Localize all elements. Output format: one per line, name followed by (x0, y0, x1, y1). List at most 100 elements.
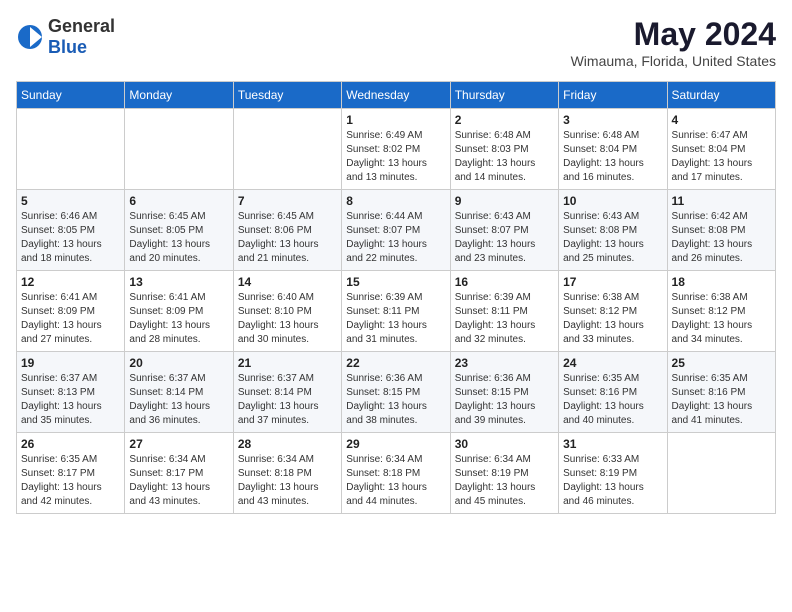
calendar-cell: 7 Sunrise: 6:45 AM Sunset: 8:06 PM Daylig… (233, 190, 341, 271)
weekday-header-wednesday: Wednesday (342, 82, 450, 109)
calendar-cell: 14 Sunrise: 6:40 AM Sunset: 8:10 PM Dayli… (233, 271, 341, 352)
cell-info-text: Sunrise: 6:35 AM Sunset: 8:17 PM Dayligh… (21, 453, 120, 509)
calendar-cell: 6 Sunrise: 6:45 AM Sunset: 8:05 PM Daylig… (125, 190, 233, 271)
cell-day-number: 14 (238, 275, 337, 289)
calendar-cell: 11 Sunrise: 6:42 AM Sunset: 8:08 PM Dayli… (667, 190, 775, 271)
page-header: General Blue May 2024 Wimauma, Florida, … (16, 16, 776, 69)
weekday-header-saturday: Saturday (667, 82, 775, 109)
cell-info-text: Sunrise: 6:48 AM Sunset: 8:04 PM Dayligh… (563, 129, 662, 185)
calendar-cell: 26 Sunrise: 6:35 AM Sunset: 8:17 PM Dayli… (17, 433, 125, 514)
cell-day-number: 10 (563, 194, 662, 208)
calendar-cell (667, 433, 775, 514)
cell-day-number: 24 (563, 356, 662, 370)
calendar-cell: 27 Sunrise: 6:34 AM Sunset: 8:17 PM Dayli… (125, 433, 233, 514)
calendar-week-5: 26 Sunrise: 6:35 AM Sunset: 8:17 PM Dayli… (17, 433, 776, 514)
cell-day-number: 17 (563, 275, 662, 289)
cell-day-number: 25 (672, 356, 771, 370)
cell-info-text: Sunrise: 6:43 AM Sunset: 8:08 PM Dayligh… (563, 210, 662, 266)
cell-day-number: 15 (346, 275, 445, 289)
cell-day-number: 27 (129, 437, 228, 451)
cell-day-number: 29 (346, 437, 445, 451)
calendar-cell: 16 Sunrise: 6:39 AM Sunset: 8:11 PM Dayli… (450, 271, 558, 352)
cell-info-text: Sunrise: 6:35 AM Sunset: 8:16 PM Dayligh… (563, 372, 662, 428)
cell-info-text: Sunrise: 6:48 AM Sunset: 8:03 PM Dayligh… (455, 129, 554, 185)
cell-day-number: 9 (455, 194, 554, 208)
calendar-cell: 23Sunrise: 6:36 AM Sunset: 8:15 PM Dayli… (450, 352, 558, 433)
weekday-header-tuesday: Tuesday (233, 82, 341, 109)
calendar-cell (125, 109, 233, 190)
cell-day-number: 2 (455, 113, 554, 127)
cell-day-number: 7 (238, 194, 337, 208)
calendar-cell: 19 Sunrise: 6:37 AM Sunset: 8:13 PM Dayli… (17, 352, 125, 433)
cell-info-text: Sunrise: 6:41 AM Sunset: 8:09 PM Dayligh… (129, 291, 228, 347)
logo-blue-text: Blue (48, 37, 87, 57)
calendar-cell: 2 Sunrise: 6:48 AM Sunset: 8:03 PM Daylig… (450, 109, 558, 190)
weekday-header-monday: Monday (125, 82, 233, 109)
logo-general-text: General (48, 16, 115, 36)
cell-day-number: 16 (455, 275, 554, 289)
cell-info-text: Sunrise: 6:34 AM Sunset: 8:18 PM Dayligh… (346, 453, 445, 509)
cell-day-number: 19 (21, 356, 120, 370)
cell-info-text: Sunrise: 6:34 AM Sunset: 8:18 PM Dayligh… (238, 453, 337, 509)
cell-info-text: Sunrise: 6:39 AM Sunset: 8:11 PM Dayligh… (455, 291, 554, 347)
calendar-cell (17, 109, 125, 190)
cell-day-number: 13 (129, 275, 228, 289)
cell-day-number: 4 (672, 113, 771, 127)
cell-info-text: Sunrise: 6:33 AM Sunset: 8:19 PM Dayligh… (563, 453, 662, 509)
cell-day-number: 11 (672, 194, 771, 208)
cell-info-text: Sunrise: 6:36 AM Sunset: 8:15 PM Dayligh… (346, 372, 445, 428)
location-subtitle: Wimauma, Florida, United States (571, 53, 776, 69)
calendar-cell: 29 Sunrise: 6:34 AM Sunset: 8:18 PM Dayli… (342, 433, 450, 514)
cell-info-text: Sunrise: 6:34 AM Sunset: 8:17 PM Dayligh… (129, 453, 228, 509)
calendar-cell: 18Sunrise: 6:38 AM Sunset: 8:12 PM Dayli… (667, 271, 775, 352)
cell-info-text: Sunrise: 6:45 AM Sunset: 8:06 PM Dayligh… (238, 210, 337, 266)
cell-day-number: 26 (21, 437, 120, 451)
calendar-cell: 10 Sunrise: 6:43 AM Sunset: 8:08 PM Dayli… (559, 190, 667, 271)
cell-day-number: 6 (129, 194, 228, 208)
cell-info-text: Sunrise: 6:41 AM Sunset: 8:09 PM Dayligh… (21, 291, 120, 347)
cell-info-text: Sunrise: 6:37 AM Sunset: 8:14 PM Dayligh… (238, 372, 337, 428)
month-year-title: May 2024 (571, 16, 776, 53)
calendar-table: SundayMondayTuesdayWednesdayThursdayFrid… (16, 81, 776, 514)
cell-info-text: Sunrise: 6:46 AM Sunset: 8:05 PM Dayligh… (21, 210, 120, 266)
weekday-row: SundayMondayTuesdayWednesdayThursdayFrid… (17, 82, 776, 109)
calendar-cell: 1 Sunrise: 6:49 AM Sunset: 8:02 PM Daylig… (342, 109, 450, 190)
cell-day-number: 31 (563, 437, 662, 451)
cell-info-text: Sunrise: 6:38 AM Sunset: 8:12 PM Dayligh… (563, 291, 662, 347)
calendar-cell: 30 Sunrise: 6:34 AM Sunset: 8:19 PM Dayli… (450, 433, 558, 514)
calendar-cell: 12 Sunrise: 6:41 AM Sunset: 8:09 PM Dayli… (17, 271, 125, 352)
cell-info-text: Sunrise: 6:44 AM Sunset: 8:07 PM Dayligh… (346, 210, 445, 266)
calendar-cell: 28Sunrise: 6:34 AM Sunset: 8:18 PM Dayli… (233, 433, 341, 514)
cell-day-number: 8 (346, 194, 445, 208)
cell-day-number: 22 (346, 356, 445, 370)
cell-day-number: 20 (129, 356, 228, 370)
logo-icon (16, 23, 44, 51)
cell-info-text: Sunrise: 6:45 AM Sunset: 8:05 PM Dayligh… (129, 210, 228, 266)
cell-info-text: Sunrise: 6:42 AM Sunset: 8:08 PM Dayligh… (672, 210, 771, 266)
calendar-header: SundayMondayTuesdayWednesdayThursdayFrid… (17, 82, 776, 109)
cell-day-number: 1 (346, 113, 445, 127)
cell-info-text: Sunrise: 6:43 AM Sunset: 8:07 PM Dayligh… (455, 210, 554, 266)
cell-day-number: 12 (21, 275, 120, 289)
cell-info-text: Sunrise: 6:35 AM Sunset: 8:16 PM Dayligh… (672, 372, 771, 428)
cell-info-text: Sunrise: 6:37 AM Sunset: 8:13 PM Dayligh… (21, 372, 120, 428)
weekday-header-sunday: Sunday (17, 82, 125, 109)
cell-info-text: Sunrise: 6:34 AM Sunset: 8:19 PM Dayligh… (455, 453, 554, 509)
calendar-week-3: 12 Sunrise: 6:41 AM Sunset: 8:09 PM Dayli… (17, 271, 776, 352)
cell-day-number: 30 (455, 437, 554, 451)
weekday-header-friday: Friday (559, 82, 667, 109)
calendar-cell: 13 Sunrise: 6:41 AM Sunset: 8:09 PM Dayli… (125, 271, 233, 352)
calendar-body: 1 Sunrise: 6:49 AM Sunset: 8:02 PM Daylig… (17, 109, 776, 514)
calendar-week-2: 5 Sunrise: 6:46 AM Sunset: 8:05 PM Daylig… (17, 190, 776, 271)
calendar-cell: 20Sunrise: 6:37 AM Sunset: 8:14 PM Dayli… (125, 352, 233, 433)
calendar-cell: 25 Sunrise: 6:35 AM Sunset: 8:16 PM Dayli… (667, 352, 775, 433)
cell-day-number: 3 (563, 113, 662, 127)
cell-day-number: 5 (21, 194, 120, 208)
cell-day-number: 18 (672, 275, 771, 289)
cell-info-text: Sunrise: 6:49 AM Sunset: 8:02 PM Dayligh… (346, 129, 445, 185)
calendar-cell: 17 Sunrise: 6:38 AM Sunset: 8:12 PM Dayli… (559, 271, 667, 352)
weekday-header-thursday: Thursday (450, 82, 558, 109)
calendar-cell: 8 Sunrise: 6:44 AM Sunset: 8:07 PM Daylig… (342, 190, 450, 271)
cell-info-text: Sunrise: 6:36 AM Sunset: 8:15 PM Dayligh… (455, 372, 554, 428)
cell-info-text: Sunrise: 6:40 AM Sunset: 8:10 PM Dayligh… (238, 291, 337, 347)
